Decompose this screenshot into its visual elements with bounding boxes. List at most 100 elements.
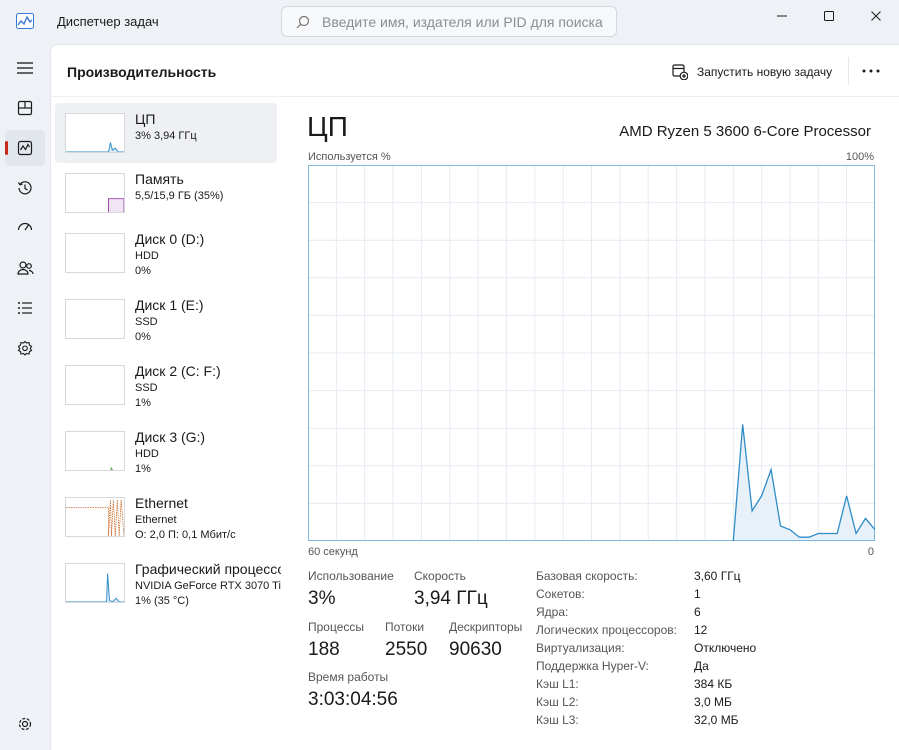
- nav-startup-apps[interactable]: [5, 210, 45, 246]
- maximize-button[interactable]: [806, 0, 852, 32]
- device-name: Диск 3 (G:): [135, 429, 206, 445]
- spec-label: Базовая скорость:: [536, 569, 638, 583]
- disk-2-thumbnail: [65, 365, 125, 405]
- device-type: HDD: [135, 250, 159, 262]
- threads-label: Потоки: [385, 620, 425, 634]
- device-ethernet[interactable]: Ethernet Ethernet О: 2,0 П: 0,1 Мбит/с: [55, 487, 277, 547]
- device-disk-1[interactable]: Диск 1 (E:) SSD 0%: [55, 289, 277, 349]
- threads-value: 2550: [385, 639, 428, 660]
- handles-label: Дескрипторы: [449, 620, 523, 634]
- processes-icon: [17, 100, 33, 116]
- startup-apps-icon: [17, 222, 33, 231]
- device-throughput: О: 2,0 П: 0,1 Мбит/с: [135, 529, 236, 541]
- device-gpu-0[interactable]: Графический процессор 0 NVIDIA GeForce R…: [55, 553, 281, 613]
- run-new-task-label: Запустить новую задачу: [697, 65, 833, 79]
- spec-value: Да: [694, 659, 709, 673]
- app-history-icon: [17, 181, 32, 195]
- utilization-label: Использование: [308, 569, 394, 583]
- page-title: Производительность: [67, 64, 217, 80]
- close-icon: [871, 11, 881, 21]
- left-nav: [0, 44, 50, 750]
- nav-users[interactable]: [5, 250, 45, 286]
- graph-grid: [308, 165, 875, 541]
- users-icon: [16, 261, 34, 275]
- device-type: SSD: [135, 316, 158, 328]
- nav-processes[interactable]: [5, 90, 45, 126]
- device-name: ЦП: [135, 111, 156, 127]
- device-memory[interactable]: Память 5,5/15,9 ГБ (35%): [55, 163, 277, 223]
- nav-menu-button[interactable]: [5, 50, 45, 86]
- disk-0-thumbnail: [65, 233, 125, 273]
- uptime-value: 3:03:04:56: [308, 689, 398, 710]
- device-model: NVIDIA GeForce RTX 3070 Ti: [135, 580, 281, 592]
- device-detail: 5,5/15,9 ГБ (35%): [135, 190, 224, 202]
- page-header: Производительность Запустить новую задач…: [51, 45, 899, 97]
- performance-icon: [17, 140, 33, 156]
- nav-performance[interactable]: [5, 130, 45, 166]
- device-type: HDD: [135, 448, 159, 460]
- device-disk-0[interactable]: Диск 0 (D:) HDD 0%: [55, 223, 277, 283]
- detail-title: ЦП: [307, 111, 348, 142]
- nav-details[interactable]: [5, 290, 45, 326]
- speed-label: Скорость: [414, 569, 466, 583]
- search-icon: [296, 15, 310, 29]
- device-name: Ethernet: [135, 495, 188, 511]
- nav-app-history[interactable]: [5, 170, 45, 206]
- details-icon: [18, 302, 32, 314]
- spec-label: Сокетов:: [536, 587, 585, 601]
- search-input[interactable]: [322, 12, 607, 32]
- spec-label: Логических процессоров:: [536, 623, 677, 637]
- app-title: Диспетчер задач: [57, 14, 159, 29]
- main-panel: Производительность Запустить новую задач…: [50, 44, 899, 750]
- device-cpu[interactable]: ЦП 3% 3,94 ГГц: [55, 103, 277, 163]
- processor-name: AMD Ryzen 5 3600 6-Core Processor: [619, 123, 871, 140]
- cpu-thumbnail: [65, 113, 125, 153]
- device-disk-3[interactable]: Диск 3 (G:) HDD 1%: [55, 421, 277, 481]
- settings-gear-icon: [18, 717, 32, 731]
- graph-y-min: 0: [867, 546, 874, 558]
- device-name: Графический процессор 0: [135, 561, 281, 577]
- device-detail: 3% 3,94 ГГц: [135, 130, 197, 142]
- device-name: Диск 1 (E:): [135, 297, 204, 313]
- services-icon: [17, 340, 33, 356]
- maximize-icon: [824, 11, 834, 21]
- disk-3-thumbnail: [65, 431, 125, 471]
- nav-services[interactable]: [5, 330, 45, 366]
- processes-value: 188: [308, 639, 340, 660]
- minimize-button[interactable]: [759, 0, 805, 32]
- ethernet-thumbnail: [65, 497, 125, 537]
- spec-value: 1: [694, 587, 701, 601]
- search-box[interactable]: [281, 6, 617, 37]
- close-button[interactable]: [853, 0, 899, 32]
- device-disk-2[interactable]: Диск 2 (C: F:) SSD 1%: [55, 355, 277, 415]
- processes-label: Процессы: [308, 620, 365, 634]
- graph-y-label: Используется %: [308, 151, 391, 163]
- device-name: Диск 0 (D:): [135, 231, 205, 247]
- title-bar: Диспетчер задач: [0, 0, 899, 44]
- utilization-value: 3%: [308, 588, 336, 609]
- header-divider: [848, 57, 849, 85]
- spec-value: 6: [694, 605, 701, 619]
- minimize-icon: [777, 15, 787, 17]
- spec-label: Кэш L3:: [536, 713, 579, 727]
- handles-value: 90630: [449, 639, 502, 660]
- more-dots-icon: [862, 69, 880, 73]
- run-new-task-icon: [672, 64, 688, 80]
- device-usage: 0%: [135, 265, 151, 277]
- more-options-button[interactable]: [857, 61, 885, 81]
- run-new-task-button[interactable]: Запустить новую задачу: [672, 63, 832, 81]
- memory-thumbnail: [65, 173, 125, 213]
- graph-y-max: 100%: [845, 151, 874, 163]
- device-usage: 1% (35 °C): [135, 595, 189, 607]
- spec-value: 3,0 МБ: [694, 695, 732, 709]
- spec-label: Ядра:: [536, 605, 569, 619]
- device-usage: 1%: [135, 463, 151, 475]
- task-manager-app-icon: [16, 13, 34, 29]
- spec-label: Поддержка Hyper-V:: [536, 659, 649, 673]
- spec-label: Кэш L2:: [536, 695, 579, 709]
- nav-settings[interactable]: [5, 706, 45, 742]
- spec-value: Отключено: [694, 641, 757, 655]
- device-usage: 1%: [135, 397, 151, 409]
- device-name: Диск 2 (C: F:): [135, 363, 221, 379]
- device-usage: 0%: [135, 331, 151, 343]
